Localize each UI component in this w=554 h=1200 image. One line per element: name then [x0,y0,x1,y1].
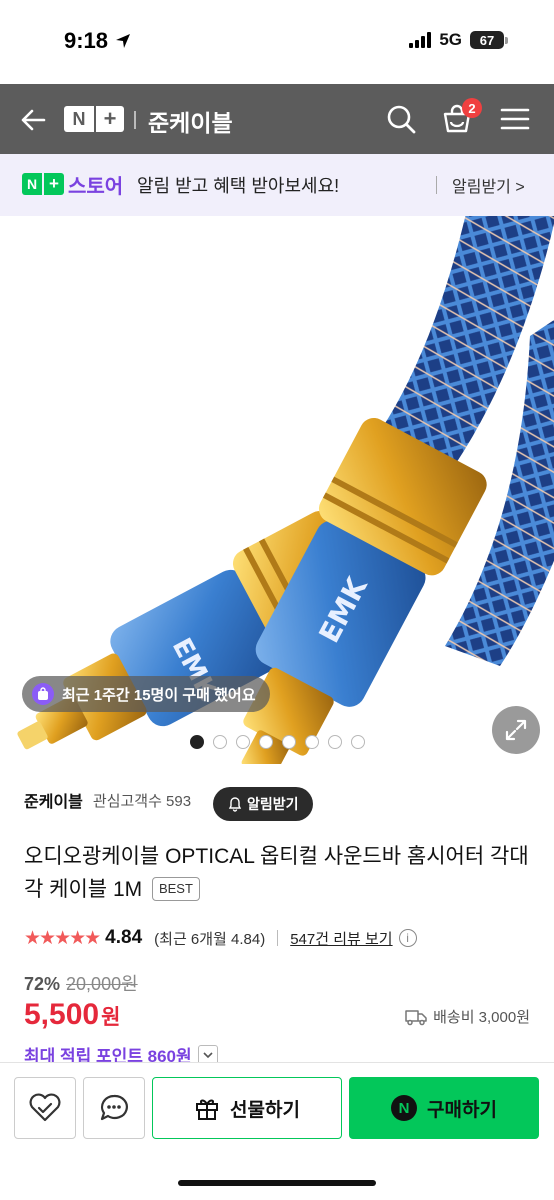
buy-button[interactable]: N 구매하기 [349,1077,539,1139]
shopping-bag-icon [32,683,54,705]
status-bar: 9:18 5G 67 [0,0,554,84]
product-title-text: 오디오광케이블 OPTICAL 옵티컬 사운드바 홈시어터 각대각 케이블 1M [24,845,529,901]
chat-bubble-icon [100,1094,128,1121]
menu-icon[interactable] [498,102,532,136]
recent-purchase-text: 최근 1주간 15명이 구매 했어요 [62,686,256,704]
back-arrow-icon[interactable] [18,104,50,136]
original-price: 20,000원 [66,974,138,994]
location-arrow-icon [116,34,131,48]
home-indicator [178,1180,376,1186]
gift-icon [196,1099,219,1120]
store-name[interactable]: 준케이블 [148,104,233,138]
battery-level: 67 [470,31,504,49]
status-indicators: 5G 67 [409,30,508,50]
gift-button[interactable]: 선물하기 [152,1077,342,1139]
battery-icon: 67 [470,31,508,49]
bell-plus-icon [228,797,242,812]
pagination-dot[interactable] [351,735,365,749]
image-pagination [190,735,365,749]
naver-plus-store-logo: N + [22,173,64,195]
recent-purchase-pill: 최근 1주간 15명이 구매 했어요 [22,676,270,712]
best-badge: BEST [151,877,200,901]
network-label: 5G [439,30,462,49]
truck-icon [405,1009,427,1025]
info-icon[interactable]: i [398,929,417,947]
promo-alarm-link[interactable]: 알림받기 > [452,173,525,197]
seller-name[interactable]: 준케이블 [24,788,83,812]
expand-image-button[interactable] [492,706,540,754]
status-time-text: 9:18 [64,28,109,53]
wishlist-button[interactable] [14,1077,76,1139]
pagination-dot[interactable] [305,735,319,749]
discount-rate: 72% [24,974,61,994]
talk-button[interactable] [83,1077,145,1139]
seller-followers: 관심고객수 593 [92,792,192,810]
buy-label: 구매하기 [427,1099,497,1121]
sale-price: 5,500 [24,998,100,1031]
pagination-dot[interactable] [190,735,204,749]
expand-icon [505,719,527,741]
promo-divider [436,176,437,194]
pagination-dot[interactable] [236,735,250,749]
discount-row: 72% 20,000원 [24,970,138,996]
naver-pay-icon: N [391,1095,418,1121]
shipping-info: 배송비 3,000원 [405,1006,530,1027]
promo-message: 알림 받고 혜택 받아보세요! [137,176,340,196]
sale-price-unit: 원 [101,1006,121,1029]
product-title: 오디오광케이블 OPTICAL 옵티컬 사운드바 홈시어터 각대각 케이블 1M… [24,840,534,906]
promo-logo-plus: + [44,173,64,195]
pagination-dot[interactable] [328,735,342,749]
pagination-dot[interactable] [282,735,296,749]
logo-plus: + [94,106,124,132]
rating-divider [277,930,279,946]
naver-plus-logo[interactable]: N + [64,106,124,132]
star-rating-icon: ★★★★★ [24,927,101,949]
seller-alarm-button[interactable]: 알림받기 [213,787,313,821]
cart-count-badge: 2 [462,98,482,118]
status-time: 9:18 [64,28,132,54]
gift-label: 선물하기 [230,1099,300,1121]
signal-icon [409,32,432,48]
promo-store-label: 스토어 [68,176,124,198]
search-icon[interactable] [384,102,418,136]
logo-n: N [64,106,94,132]
review-link[interactable]: 547건 리뷰 보기 [290,928,392,949]
header-divider [134,111,136,129]
seller-row: 준케이블 관심고객수 593 [24,788,191,812]
shipping-fee: 배송비 3,000원 [433,1009,530,1026]
promo-logo-n: N [22,173,42,195]
rating-value: 4.84 [105,927,143,948]
pagination-dot[interactable] [259,735,273,749]
pagination-dot[interactable] [213,735,227,749]
seller-alarm-label: 알림받기 [247,796,299,812]
heart-check-icon [29,1093,61,1122]
rating-recent: (최근 6개월 4.84) [154,930,266,948]
promo-banner[interactable]: N + 스토어 알림 받고 혜택 받아보세요! 알림받기 > [0,154,554,216]
price-row: 5,500 원 [24,998,120,1032]
rating-row: ★★★★★ 4.84 (최근 6개월 4.84) 547건 리뷰 보기 i [24,925,417,951]
app-header: N + 준케이블 [0,84,554,154]
